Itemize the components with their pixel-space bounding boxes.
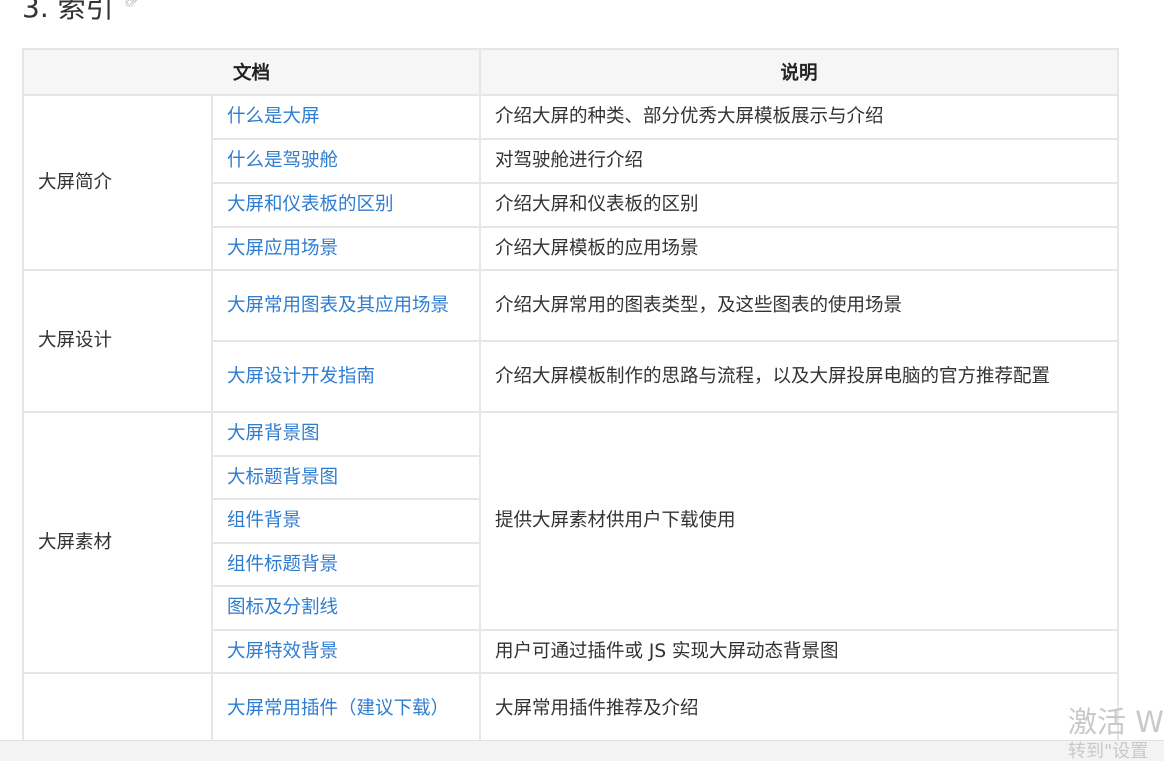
doc-link[interactable]: 大屏应用场景 <box>227 238 338 259</box>
doc-link[interactable]: 组件标题背景 <box>227 554 338 575</box>
desc-cell: 介绍大屏模板制作的思路与流程，以及大屏投屏电脑的官方推荐配置 <box>479 340 1120 413</box>
bottom-bar <box>0 740 1164 761</box>
doc-link[interactable]: 图标及分割线 <box>227 597 338 618</box>
doc-link[interactable]: 组件背景 <box>227 510 301 531</box>
category-cell <box>22 672 213 746</box>
link-anchor-icon[interactable]: 🔗︎ <box>124 0 142 8</box>
doc-link[interactable]: 大屏特效背景 <box>227 641 338 662</box>
table-row: 大屏素材 大屏背景图 提供大屏素材供用户下载使用 <box>22 411 1120 674</box>
table-header-row: 文档 说明 <box>21 48 1120 96</box>
desc-cell: 介绍大屏常用的图表类型，及这些图表的使用场景 <box>479 269 1120 342</box>
doc-link[interactable]: 大屏设计开发指南 <box>227 366 375 387</box>
desc-cell: 介绍大屏的种类、部分优秀大屏模板展示与介绍 <box>479 94 1120 140</box>
section-heading: 3. 索引 🔗︎ <box>22 0 141 26</box>
doc-link[interactable]: 什么是驾驶舱 <box>227 150 338 171</box>
doc-link[interactable]: 什么是大屏 <box>227 106 320 127</box>
doc-link[interactable]: 大屏常用插件（建议下载） <box>227 698 449 719</box>
table-row: 大屏常用插件（建议下载） 大屏常用插件推荐及介绍 <box>22 672 1120 746</box>
heading-text: 3. 索引 <box>22 0 114 24</box>
desc-cell: 对驾驶舱进行介绍 <box>479 138 1120 184</box>
desc-cell: 介绍大屏模板的应用场景 <box>479 226 1120 271</box>
desc-cell: 用户可通过插件或 JS 实现大屏动态背景图 <box>479 629 1120 674</box>
table-row: 大屏简介 什么是大屏 介绍大屏的种类、部分优秀大屏模板展示与介绍 <box>22 94 1120 271</box>
index-table: 文档 说明 大屏简介 什么是大屏 介绍大屏的种类、部分优秀大屏模板展示与介绍 什… <box>21 48 1120 746</box>
desc-cell: 提供大屏素材供用户下载使用 <box>479 411 1120 631</box>
category-cell: 大屏素材 <box>22 411 213 674</box>
category-cell: 大屏简介 <box>22 94 213 271</box>
desc-cell: 大屏常用插件推荐及介绍 <box>479 672 1120 746</box>
table-row: 大屏设计 大屏常用图表及其应用场景 介绍大屏常用的图表类型，及这些图表的使用场景 <box>22 269 1120 413</box>
doc-link[interactable]: 大屏和仪表板的区别 <box>227 194 394 215</box>
doc-link[interactable]: 大标题背景图 <box>227 467 338 488</box>
category-cell: 大屏设计 <box>22 269 213 413</box>
desc-cell: 介绍大屏和仪表板的区别 <box>479 182 1120 228</box>
doc-link[interactable]: 大屏背景图 <box>227 423 320 444</box>
header-desc: 说明 <box>479 48 1120 96</box>
header-doc: 文档 <box>21 48 482 96</box>
doc-link[interactable]: 大屏常用图表及其应用场景 <box>227 295 449 316</box>
